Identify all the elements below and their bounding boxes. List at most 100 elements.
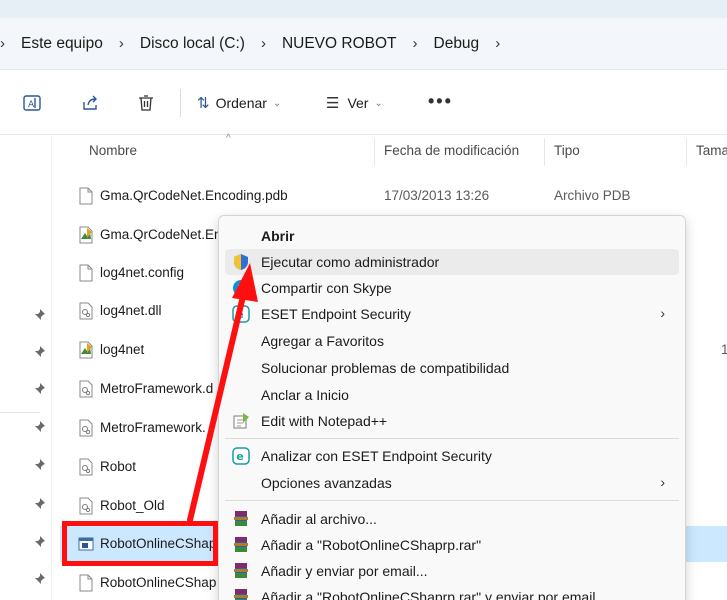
menu-item-add-archive[interactable]: Añadir al archivo...	[225, 506, 679, 532]
sort-label: Ordenar	[215, 95, 267, 111]
column-header-date[interactable]: Fecha de modificación	[384, 143, 519, 158]
breadcrumb-separator-icon[interactable]: ›	[261, 35, 266, 52]
pin-icon[interactable]	[32, 458, 46, 472]
menu-item-label: Añadir a "RobotOnlineCShaprp.rar"	[261, 537, 482, 553]
file-size: 1	[721, 342, 727, 357]
dll-file-icon	[78, 458, 94, 476]
menu-item-label: Solucionar problemas de compatibilidad	[261, 360, 510, 376]
share-icon[interactable]	[80, 93, 100, 113]
winrar-icon	[232, 536, 250, 554]
table-row[interactable]: Gma.QrCodeNet.Encoding.pdb 17/03/2013 13…	[60, 178, 727, 214]
menu-item-advanced-options[interactable]: Opciones avanzadas ›	[225, 470, 679, 496]
menu-item-abrir[interactable]: Abrir	[225, 223, 679, 249]
navigation-pane	[0, 136, 52, 600]
breadcrumb-item-debug[interactable]: Debug	[434, 35, 480, 53]
menu-item-compatibility[interactable]: Solucionar problemas de compatibilidad	[225, 355, 679, 381]
menu-item-eset[interactable]: e ESET Endpoint Security ›	[225, 301, 679, 327]
menu-separator	[225, 438, 679, 439]
column-divider[interactable]	[686, 138, 687, 166]
menu-item-label: Ejecutar como administrador	[261, 254, 440, 270]
sort-button[interactable]: ⇅ Ordenar ⌄	[197, 94, 281, 112]
menu-item-add-rar[interactable]: Añadir a "RobotOnlineCShaprp.rar"	[225, 532, 679, 558]
menu-item-label: Añadir y enviar por email...	[261, 563, 428, 579]
context-menu: Abrir Ejecutar como administrador S Comp…	[218, 215, 686, 600]
breadcrumb: › Este equipo › Disco local (C:) › NUEVO…	[0, 18, 727, 70]
more-options-button[interactable]: •••	[428, 92, 453, 110]
xml-doc-icon	[78, 341, 94, 359]
svg-text:e: e	[236, 450, 243, 463]
xml-doc-icon	[78, 226, 94, 244]
menu-item-label: Analizar con ESET Endpoint Security	[261, 448, 492, 464]
menu-item-skype-share[interactable]: S Compartir con Skype	[225, 275, 679, 301]
chevron-down-icon: ⌄	[374, 97, 383, 109]
toolbar-divider	[180, 89, 181, 117]
menu-item-label: Compartir con Skype	[261, 280, 392, 296]
uac-shield-icon	[232, 253, 250, 271]
menu-item-label: ESET Endpoint Security	[261, 306, 411, 322]
breadcrumb-item-este-equipo[interactable]: Este equipo	[21, 35, 103, 53]
skype-icon: S	[232, 279, 250, 297]
dll-file-icon	[78, 380, 94, 398]
menu-separator	[225, 500, 679, 501]
menu-item-favorites[interactable]: Agregar a Favoritos	[225, 328, 679, 354]
breadcrumb-separator-icon[interactable]: ›	[0, 35, 5, 52]
menu-item-run-as-admin[interactable]: Ejecutar como administrador	[225, 249, 679, 275]
view-list-icon: ☰	[326, 95, 340, 112]
menu-item-add-rar-email[interactable]: Añadir a "RobotOnlineCShaprp.rar" y envi…	[225, 584, 679, 600]
column-header-name[interactable]: Nombre	[89, 143, 137, 158]
menu-item-label: Agregar a Favoritos	[261, 333, 384, 349]
blank-file-icon	[78, 264, 94, 282]
file-name: Robot_Old	[100, 498, 165, 513]
blank-file-icon	[78, 574, 94, 592]
menu-item-label: Edit with Notepad++	[261, 413, 388, 429]
winrar-icon	[232, 510, 250, 528]
menu-item-eset-scan[interactable]: e Analizar con ESET Endpoint Security	[225, 443, 679, 469]
delete-icon[interactable]	[136, 93, 156, 113]
view-label: Ver	[347, 95, 369, 111]
pin-icon[interactable]	[32, 497, 46, 511]
svg-text:e: e	[236, 308, 243, 321]
file-name: MetroFramework.d	[100, 381, 214, 396]
breadcrumb-separator-icon[interactable]: ›	[495, 35, 500, 52]
menu-item-label: Añadir a "RobotOnlineCShaprp.rar" y envi…	[261, 589, 596, 600]
dll-file-icon	[78, 497, 94, 515]
pin-icon[interactable]	[32, 572, 46, 586]
dll-file-icon	[78, 419, 94, 437]
breadcrumb-separator-icon[interactable]: ›	[413, 35, 418, 52]
column-header-size[interactable]: Tama	[696, 143, 727, 158]
column-header-type[interactable]: Tipo	[554, 143, 580, 158]
menu-item-add-email[interactable]: Añadir y enviar por email...	[225, 558, 679, 584]
chevron-down-icon: ⌄	[272, 97, 282, 109]
winrar-icon	[232, 562, 250, 580]
file-name: RobotOnlineCShap	[100, 575, 217, 590]
svg-text:S: S	[237, 282, 246, 296]
breadcrumb-item-nuevo-robot[interactable]: NUEVO ROBOT	[282, 35, 397, 53]
file-name: log4net.dll	[100, 303, 162, 318]
column-divider[interactable]	[544, 138, 545, 166]
menu-item-label: Abrir	[261, 228, 295, 244]
pin-icon[interactable]	[32, 535, 46, 549]
menu-item-label: Añadir al archivo...	[261, 511, 377, 527]
file-type: Archivo PDB	[554, 188, 631, 203]
file-name: log4net.config	[100, 265, 185, 280]
view-button[interactable]: ☰ Ver ⌄	[326, 94, 383, 112]
annotation-highlight-box	[62, 521, 218, 566]
blank-file-icon	[78, 187, 94, 205]
eset-icon: e	[232, 305, 250, 323]
column-divider[interactable]	[374, 138, 375, 166]
command-bar: A ⇅ Ordenar ⌄ ☰ Ver ⌄ •••	[0, 71, 727, 135]
breadcrumb-separator-icon[interactable]: ›	[119, 35, 124, 52]
rename-icon[interactable]: A	[22, 93, 42, 113]
chevron-right-icon: ›	[660, 474, 665, 490]
pin-icon[interactable]	[32, 382, 46, 396]
notepad-plus-icon	[232, 412, 250, 430]
dll-file-icon	[78, 302, 94, 320]
pin-icon[interactable]	[32, 420, 46, 434]
file-name: log4net	[100, 342, 145, 357]
breadcrumb-item-disco-local[interactable]: Disco local (C:)	[140, 35, 245, 53]
menu-item-pin-start[interactable]: Anclar a Inicio	[225, 382, 679, 408]
menu-item-notepad-plus[interactable]: Edit with Notepad++	[225, 408, 679, 434]
file-name: MetroFramework.	[100, 420, 206, 435]
pin-icon[interactable]	[32, 308, 46, 322]
pin-icon[interactable]	[32, 345, 46, 359]
